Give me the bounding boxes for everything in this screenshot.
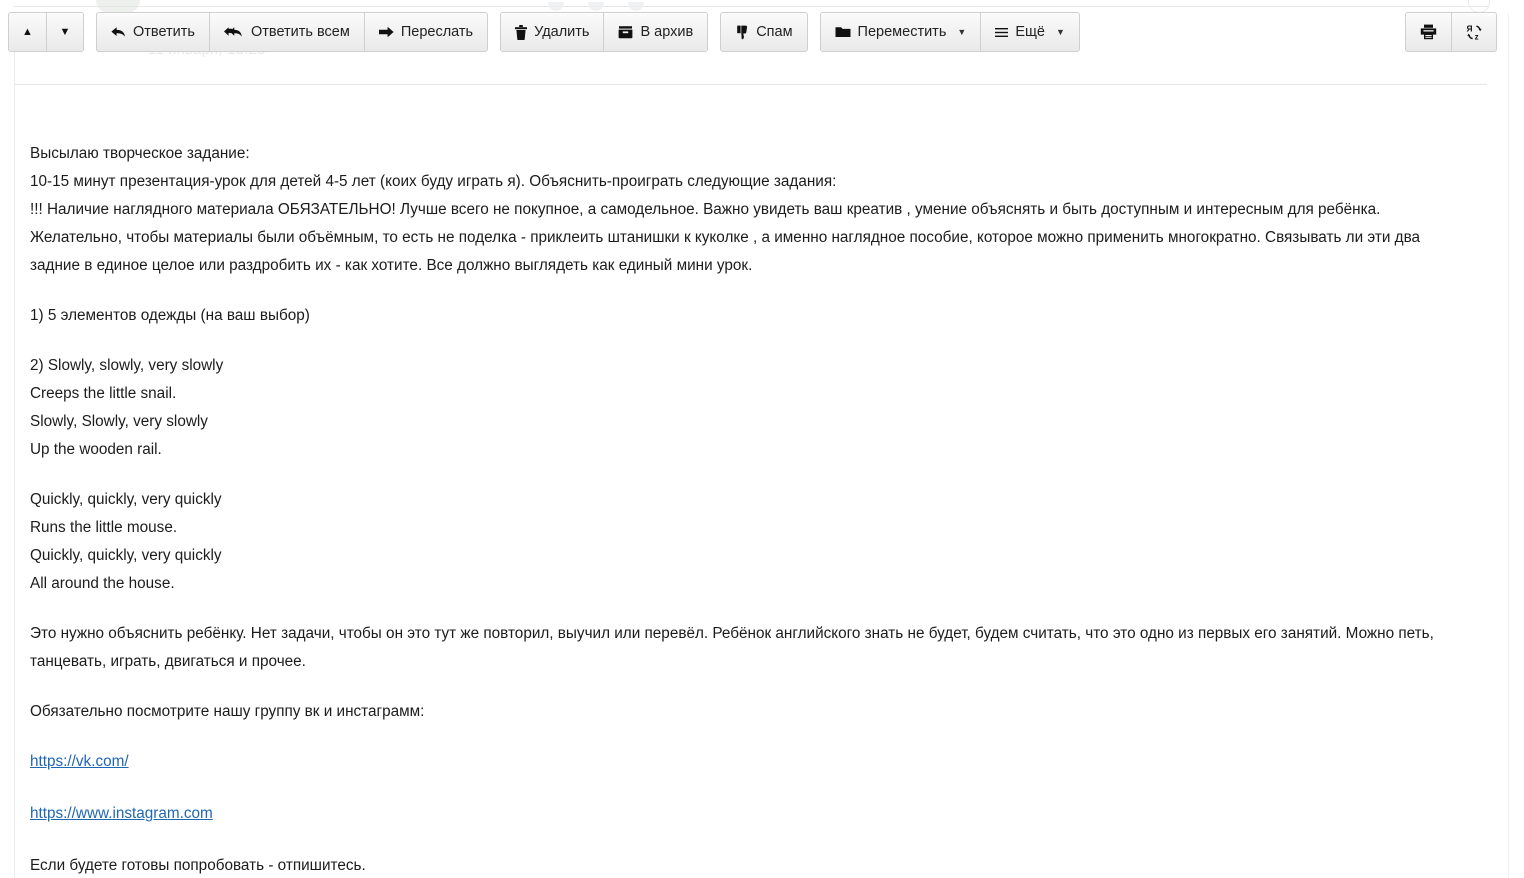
- nav-button-group: ▲ ▼: [8, 12, 84, 52]
- mail-message-view: 11 января, 13:23 ▲ ▼ Ответить: [0, 0, 1524, 878]
- delete-button-label: Удалить: [534, 23, 590, 40]
- remnant-rule: [14, 6, 1489, 7]
- archive-box-icon: [618, 25, 633, 39]
- print-icon: [1420, 24, 1437, 40]
- forward-button-label: Переслать: [400, 23, 474, 40]
- svg-text:z: z: [1474, 32, 1478, 41]
- forward-arrow-icon: [378, 26, 394, 38]
- triangle-down-icon: ▼: [59, 25, 71, 38]
- next-message-button[interactable]: ▼: [46, 12, 84, 52]
- archive-button-label: В архив: [640, 23, 694, 40]
- link-line: https://vk.com/: [30, 748, 1474, 776]
- remnant-chip: [588, 2, 604, 11]
- reply-button-group: Ответить Ответить всем Переслать: [96, 12, 489, 52]
- spam-button[interactable]: Спам: [720, 12, 808, 52]
- remnant-chip: [548, 2, 564, 11]
- link-line: https://www.instagram.com: [30, 800, 1474, 828]
- move-more-button-group: Переместить ▼ Ещё ▼: [819, 12, 1080, 52]
- more-actions-button[interactable]: Ещё ▼: [980, 12, 1080, 52]
- panel-left-border: [14, 13, 15, 878]
- forward-button[interactable]: Переслать: [363, 12, 489, 52]
- chevron-down-icon: ▼: [1055, 27, 1065, 37]
- folder-icon: [835, 26, 851, 38]
- message-toolbar: ▲ ▼ Ответить Ответить всем Переслать Уда…: [8, 12, 1092, 52]
- message-paragraph: Высылаю творческое задание: 10-15 минут …: [30, 145, 1421, 274]
- message-paragraph: 1) 5 элементов одежды (на ваш выбор): [30, 307, 310, 324]
- reply-button[interactable]: Ответить: [96, 12, 209, 52]
- spam-button-label: Спам: [756, 23, 793, 40]
- message-paragraph: Это нужно объяснить ребёнку. Нет задачи,…: [30, 625, 1434, 670]
- more-actions-button-label: Ещё: [1015, 23, 1045, 40]
- svg-text:Я: Я: [1466, 24, 1472, 34]
- translate-button[interactable]: Я z: [1451, 12, 1497, 52]
- spam-button-group: Спам: [720, 12, 808, 52]
- reply-button-label: Ответить: [133, 23, 195, 40]
- reply-all-button-label: Ответить всем: [250, 23, 350, 40]
- triangle-up-icon: ▲: [22, 25, 33, 38]
- archive-button[interactable]: В архив: [603, 12, 709, 52]
- translate-icon: Я z: [1465, 24, 1484, 41]
- move-to-folder-button[interactable]: Переместить ▼: [819, 12, 981, 52]
- delete-button[interactable]: Удалить: [500, 12, 604, 52]
- hamburger-icon: [995, 27, 1009, 38]
- reply-all-button[interactable]: Ответить всем: [208, 12, 364, 52]
- move-to-folder-button-label: Переместить: [857, 23, 947, 40]
- toolbar-divider: [15, 84, 1487, 85]
- previous-message-button[interactable]: ▲: [8, 12, 46, 52]
- print-button[interactable]: [1405, 12, 1451, 52]
- remnant-chip: [628, 2, 644, 11]
- message-body: Высылаю творческое задание: 10-15 минут …: [30, 140, 1474, 878]
- trash-icon: [515, 24, 528, 40]
- message-paragraph: Обязательно посмотрите нашу группу вк и …: [30, 703, 425, 720]
- utility-button-group: Я z: [1405, 12, 1497, 52]
- message-closing: Если будете готовы попробовать - отпишит…: [30, 857, 366, 874]
- reply-arrow-icon: [111, 26, 126, 39]
- chevron-down-icon: ▼: [957, 27, 967, 37]
- message-paragraph: Quickly, quickly, very quickly Runs the …: [30, 491, 222, 592]
- reply-all-arrow-icon: [223, 26, 244, 39]
- message-paragraph: 2) Slowly, slowly, very slowly Creeps th…: [30, 357, 224, 458]
- vk-link[interactable]: https://vk.com/: [30, 753, 129, 770]
- thumbs-down-icon: [735, 25, 749, 40]
- panel-right-border: [1508, 13, 1509, 878]
- instagram-link[interactable]: https://www.instagram.com: [30, 805, 213, 822]
- manage-button-group: Удалить В архив: [500, 12, 709, 52]
